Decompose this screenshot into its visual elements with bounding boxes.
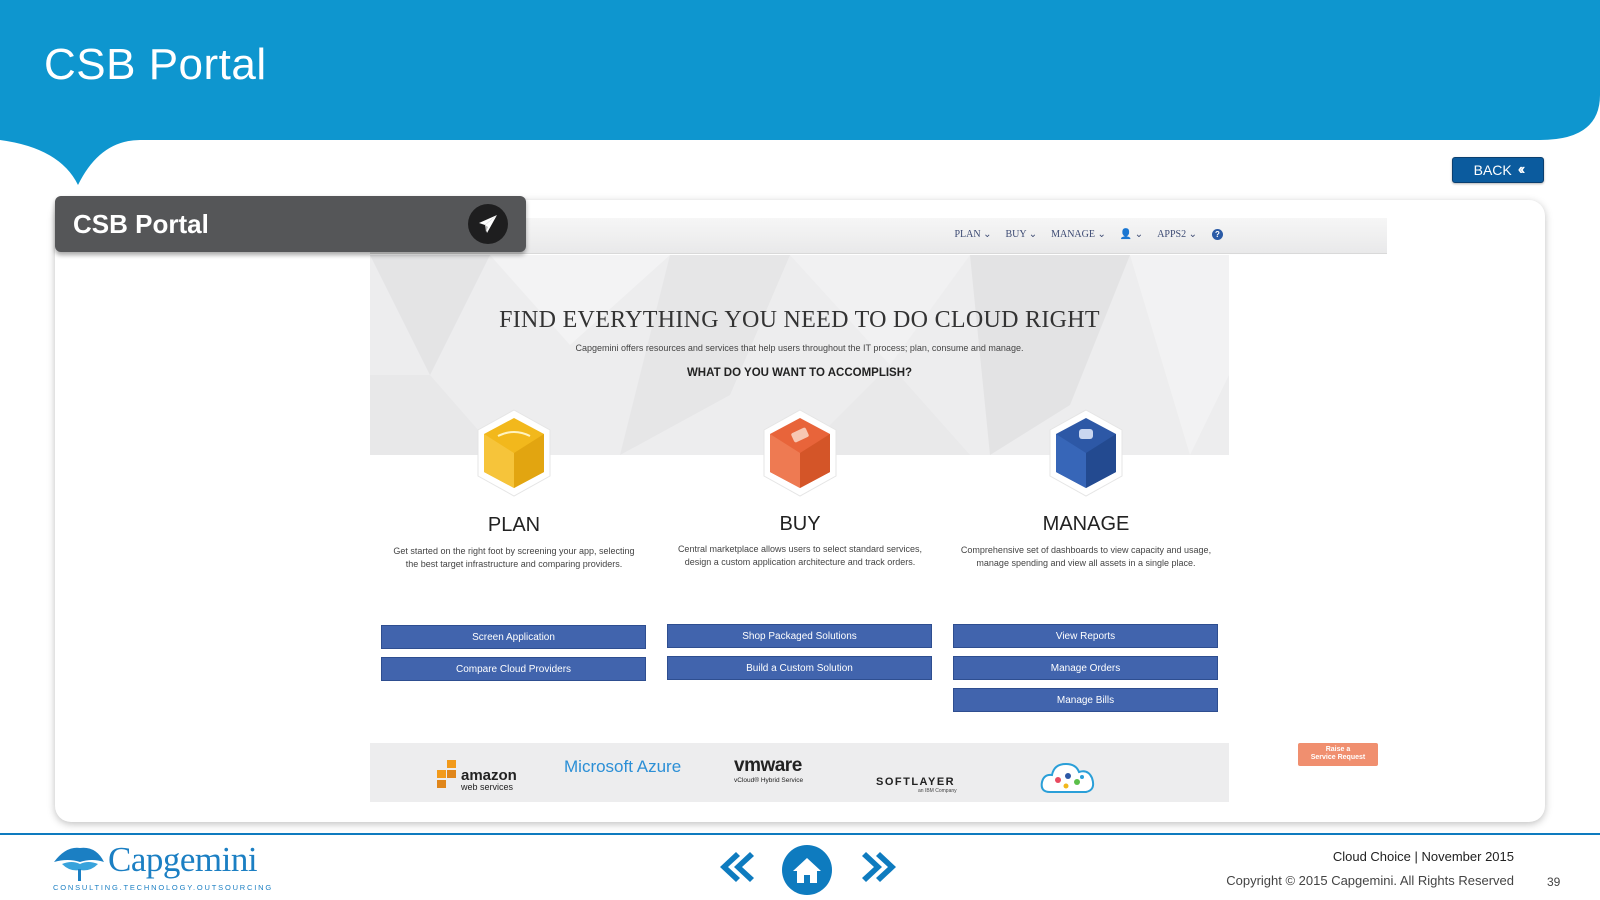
help-icon[interactable]: ? — [1212, 229, 1223, 240]
raise-line2: Service Request — [1310, 754, 1366, 761]
buy-desc-line2: design a custom application architecture… — [684, 557, 916, 567]
plan-desc-line2: the best target infrastructure and compa… — [405, 559, 623, 569]
paper-plane-icon — [479, 215, 497, 233]
slide-title: CSB Portal — [44, 40, 267, 89]
screen-application-button[interactable]: Screen Application — [381, 625, 646, 649]
buy-description: Central marketplace allows users to sele… — [660, 543, 940, 569]
nav-plan[interactable]: PLAN ⌄ — [954, 229, 991, 240]
nav-apps2[interactable]: APPS2 ⌄ — [1157, 229, 1197, 240]
hero-title: FIND EVERYTHING YOU NEED TO DO CLOUD RIG… — [499, 307, 1100, 333]
shop-packaged-solutions-button[interactable]: Shop Packaged Solutions — [667, 624, 932, 648]
previous-slide-icon[interactable] — [716, 850, 754, 884]
home-button[interactable] — [782, 845, 832, 895]
softlayer-text: SOFTLAYER — [876, 776, 956, 788]
next-slide-icon[interactable] — [862, 850, 900, 884]
compare-cloud-providers-button[interactable]: Compare Cloud Providers — [381, 657, 646, 681]
back-button[interactable]: BACK ‹‹ — [1452, 157, 1544, 183]
plan-title: PLAN — [487, 514, 541, 536]
page-number: 39 — [1547, 875, 1561, 889]
double-chevron-left-icon: ‹‹ — [1517, 161, 1525, 178]
card-label-tab: CSB Portal — [55, 196, 526, 252]
raise-line1: Raise a — [1325, 746, 1351, 753]
capgemini-wordmark: Capgemini — [108, 840, 258, 879]
plan-cube-icon — [477, 409, 551, 497]
header-banner — [0, 0, 1600, 185]
manage-title: MANAGE — [1042, 513, 1130, 535]
manage-desc-line1: Comprehensive set of dashboards to view … — [960, 545, 1212, 555]
cloud-apps-icon — [1040, 762, 1095, 793]
vmware-logo: vmware vCloud® Hybrid Service — [734, 755, 803, 784]
vmware-subtext: vCloud® Hybrid Service — [734, 777, 804, 784]
footer-event-text: Cloud Choice | November 2015 — [1332, 849, 1514, 864]
nav-user[interactable]: 👤 ⌄ — [1120, 229, 1143, 240]
plan-desc-line1: Get started on the right foot by screeni… — [393, 546, 635, 556]
nav-manage[interactable]: MANAGE ⌄ — [1051, 229, 1106, 240]
plan-description: Get started on the right foot by screeni… — [374, 545, 654, 571]
buy-title: BUY — [779, 513, 821, 535]
view-reports-button[interactable]: View Reports — [953, 624, 1218, 648]
slide: CSB Portal BACK ‹‹ CSB Portal PLAN ⌄ BUY… — [0, 0, 1600, 900]
web-services-text: web services — [461, 782, 514, 792]
manage-cube-icon — [1049, 409, 1123, 497]
vmware-text: vmware — [734, 755, 802, 776]
portal-nav-items: PLAN ⌄ BUY ⌄ MANAGE ⌄ 👤 ⌄ APPS2 ⌄ — [954, 229, 1197, 240]
build-custom-solution-button[interactable]: Build a Custom Solution — [667, 656, 932, 680]
home-icon — [793, 858, 821, 883]
send-button[interactable] — [468, 204, 508, 244]
hero-question: WHAT DO YOU WANT TO ACCOMPLISH? — [686, 367, 913, 379]
manage-bills-button[interactable]: Manage Bills — [953, 688, 1218, 712]
footer-copyright: Copyright © 2015 Capgemini. All Rights R… — [1226, 873, 1514, 888]
buy-cube-icon — [763, 409, 837, 497]
raise-service-request-button[interactable]: Raise a Service Request — [1298, 743, 1378, 766]
footer-divider — [0, 833, 1600, 835]
softlayer-logo: SOFTLAYER an IBM Company — [876, 776, 957, 794]
aws-boxes-icon — [437, 760, 456, 788]
nav-buy[interactable]: BUY ⌄ — [1005, 229, 1037, 240]
capgemini-spade-icon — [54, 847, 104, 881]
buy-desc-line1: Central marketplace allows users to sele… — [677, 544, 923, 554]
manage-description: Comprehensive set of dashboards to view … — [946, 544, 1226, 570]
softlayer-subtext: an IBM Company — [918, 788, 957, 794]
microsoft-azure-logo: Microsoft Azure — [564, 757, 682, 776]
capgemini-tagline: CONSULTING.TECHNOLOGY.OUTSOURCING — [53, 883, 273, 892]
manage-orders-button[interactable]: Manage Orders — [953, 656, 1218, 680]
card-label: CSB Portal — [73, 208, 209, 239]
hero-subtitle: Capgemini offers resources and services … — [575, 343, 1024, 353]
back-label: BACK — [1473, 162, 1512, 178]
manage-desc-line2: manage spending and view all assets in a… — [976, 558, 1196, 568]
